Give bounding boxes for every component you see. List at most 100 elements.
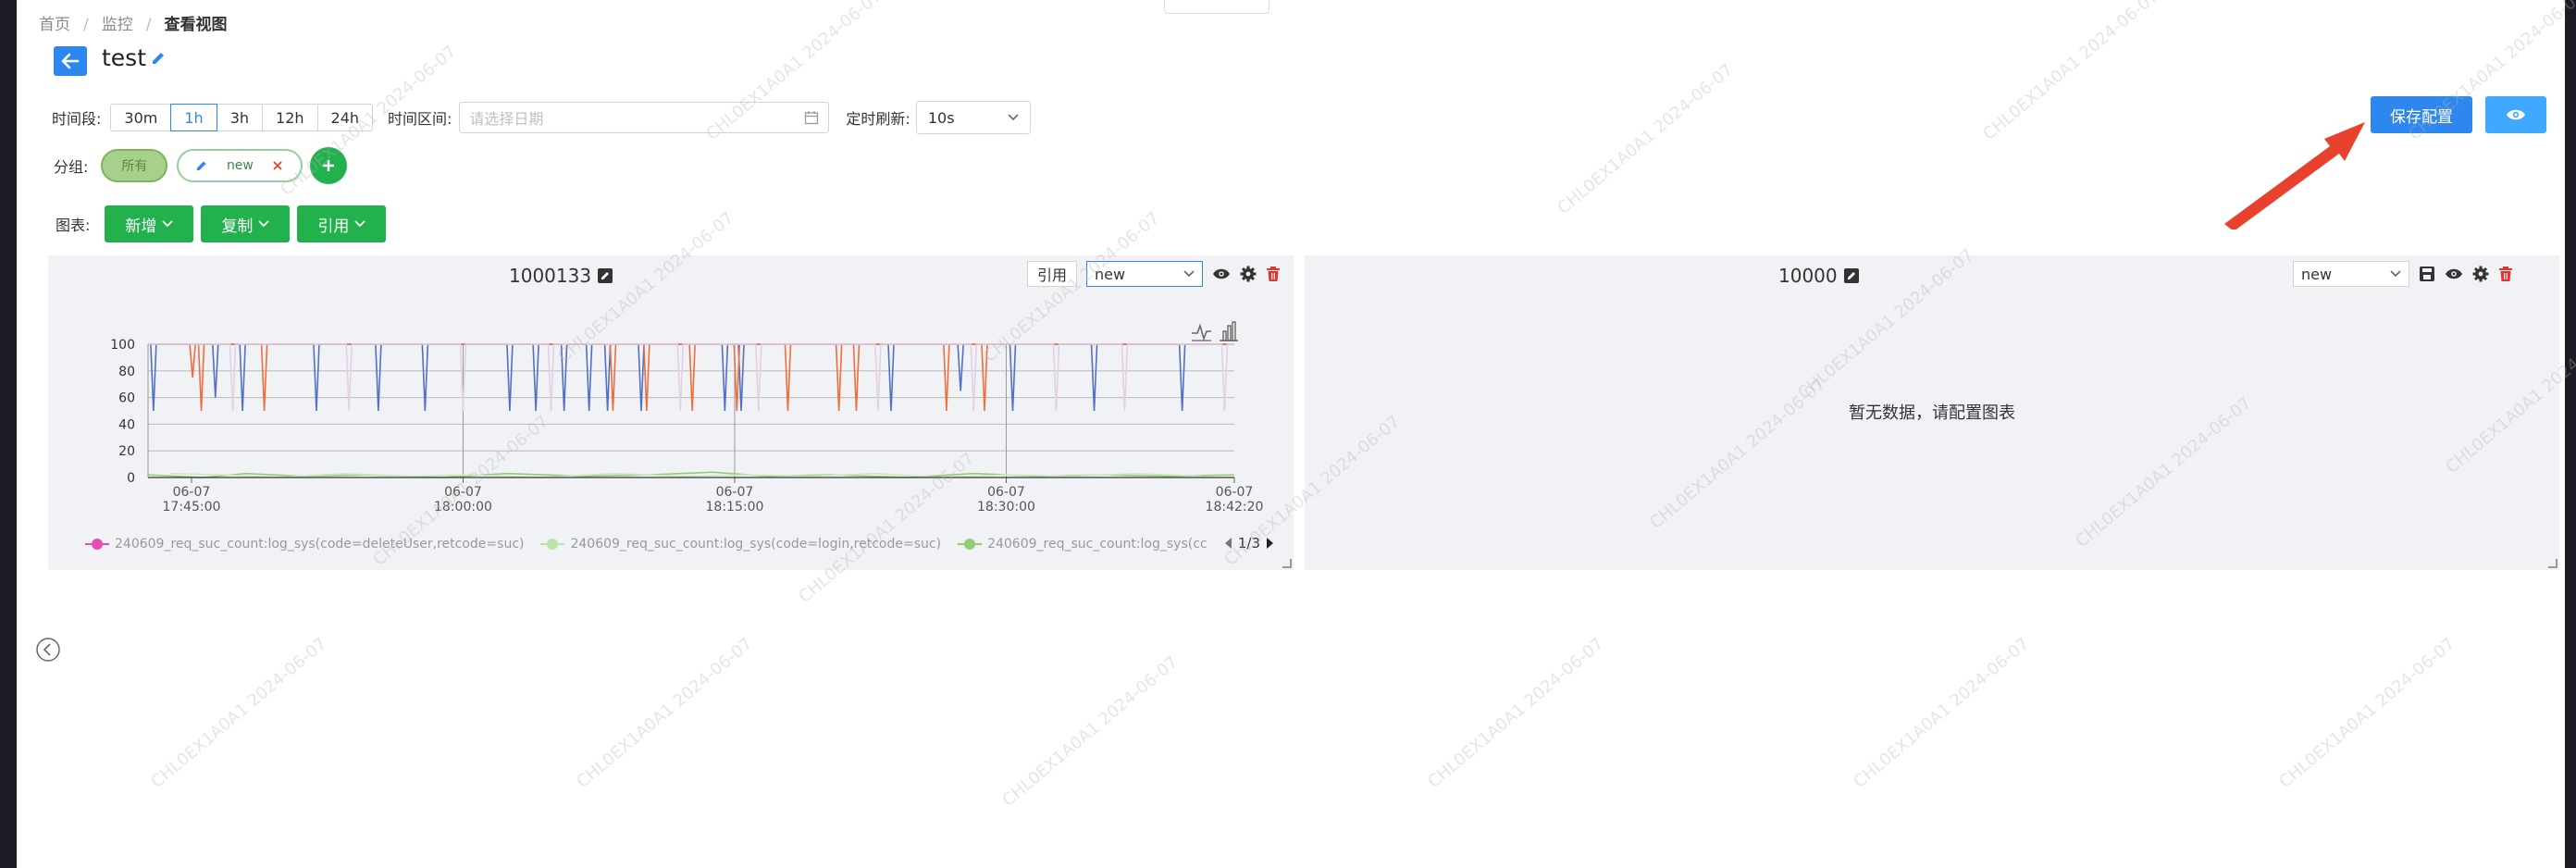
chart-grid: [148, 343, 1234, 478]
line-chart: 02040608010006-0717:45:0006-0718:00:0006…: [110, 321, 1264, 515]
y-tick-label: 0: [127, 471, 135, 486]
x-tick-label: 18:00:00: [434, 500, 492, 515]
chart-panel-1: 1000133 引用 new 0 20 40 60 80 100 06-07 1…: [48, 255, 1294, 570]
preview-button[interactable]: [2485, 96, 2546, 133]
legend-item[interactable]: 240609_req_suc_count:log_sys(cc: [958, 537, 1208, 552]
annotation-arrow: [2224, 122, 2365, 229]
legend-dot: [964, 539, 976, 550]
page-title: test: [102, 44, 147, 71]
bar-chart-switch-icon: [1220, 321, 1238, 341]
chart-label: 图表:: [56, 217, 91, 234]
time-range-label: 时间段:: [52, 110, 102, 128]
legend-pager: 1/3: [1223, 535, 1275, 552]
range-3h-button[interactable]: 3h: [216, 104, 264, 131]
panel-title-text: 10000: [1778, 265, 1838, 287]
add-group-button[interactable]: [310, 147, 348, 184]
chevron-down-icon: [1008, 114, 1019, 121]
resize-handle[interactable]: [2548, 559, 2557, 568]
time-toolbar: 时间段: 30m 1h 3h 12h 24h 时间区间: 请选择日期 定时刷新:…: [52, 101, 1031, 134]
edit-icon[interactable]: [597, 267, 613, 284]
watermark-text: CHL0EX1A0A1 2024-06-07: [147, 634, 331, 792]
chart-actions-row: 图表: 新增 复制 引用: [56, 205, 387, 242]
watermark-text: CHL0EX1A0A1 2024-06-07: [2275, 634, 2459, 792]
x-tick-label: 18:15:00: [706, 500, 764, 515]
group-all-pill[interactable]: 所有: [101, 149, 168, 182]
range-30m-button[interactable]: 30m: [110, 104, 172, 131]
panel-group-select[interactable]: new: [1086, 261, 1204, 287]
y-tick-label: 20: [118, 444, 135, 459]
watermark-text: CHL0EX1A0A1 2024-06-07: [1424, 634, 1608, 792]
pager-text: 1/3: [1237, 535, 1260, 552]
edit-title-icon[interactable]: [150, 50, 167, 70]
legend-dot: [547, 539, 559, 550]
ref-chart-button[interactable]: 引用: [297, 205, 387, 242]
add-chart-button[interactable]: 新增: [105, 205, 194, 242]
chevron-down-icon: [162, 220, 174, 228]
chart-legend: 240609_req_suc_count:log_sys(code=delete…: [85, 537, 1224, 552]
time-range-group: 30m 1h 3h 12h 24h: [110, 104, 374, 131]
x-tick-label: 18:42:20: [1206, 500, 1264, 515]
empty-message: 暂无数据，请配置图表: [1849, 403, 2015, 423]
breadcrumb-separator: /: [145, 16, 152, 34]
x-tick-label: 06-07: [1216, 485, 1254, 500]
range-24h-button[interactable]: 24h: [316, 104, 374, 131]
chart-toolbox[interactable]: [1192, 321, 1238, 341]
panel-title: 1000133: [509, 265, 613, 287]
save-config-button[interactable]: 保存配置: [2371, 96, 2472, 133]
next-page-icon[interactable]: [1266, 537, 1275, 550]
breadcrumb-home[interactable]: 首页: [39, 11, 70, 34]
x-tick-label: 06-07: [173, 485, 211, 500]
x-tick-label: 18:30:00: [977, 500, 1035, 515]
watermark-text: CHL0EX1A0A1 2024-06-07: [1850, 634, 2034, 792]
legend-item[interactable]: 240609_req_suc_count:log_sys(code=login,…: [540, 537, 941, 552]
chevron-down-icon: [354, 220, 366, 228]
chart-series: [147, 343, 1235, 478]
legend-item[interactable]: 240609_req_suc_count:log_sys(code=delete…: [85, 537, 524, 552]
panel-ref-button[interactable]: 引用: [1027, 261, 1078, 287]
group-new-pill[interactable]: new: [177, 149, 303, 182]
add-chart-label: 新增: [125, 217, 157, 236]
group-new-label: new: [226, 158, 254, 173]
panel-select-value: new: [1095, 265, 1126, 283]
calendar-icon: [805, 111, 819, 125]
series-line: [148, 343, 1234, 412]
date-placeholder: 请选择日期: [469, 110, 544, 128]
panel-select-value: new: [2301, 265, 2333, 283]
resize-handle[interactable]: [1282, 559, 1292, 568]
panel-group-select[interactable]: new: [2293, 261, 2409, 287]
gear-icon[interactable]: [2472, 266, 2489, 282]
panel-title-text: 1000133: [509, 265, 592, 287]
copy-chart-button[interactable]: 复制: [201, 205, 291, 242]
range-1h-button[interactable]: 1h: [170, 104, 217, 131]
eye-icon[interactable]: [2445, 267, 2463, 280]
date-picker-input[interactable]: 请选择日期: [459, 102, 830, 133]
arrow-left-icon: [61, 53, 80, 69]
chevron-down-icon: [1183, 270, 1195, 278]
save-panel-icon[interactable]: [2419, 266, 2435, 282]
legend-label: 240609_req_suc_count:log_sys(cc: [987, 537, 1208, 552]
ref-chart-label: 引用: [317, 217, 350, 236]
prev-page-icon[interactable]: [1223, 537, 1232, 550]
close-icon[interactable]: [271, 159, 284, 172]
delete-icon[interactable]: [1266, 266, 1281, 282]
y-tick-label: 80: [118, 365, 135, 379]
eye-icon[interactable]: [1212, 267, 1231, 280]
window-right-border: [2565, 0, 2576, 868]
watermark-text: CHL0EX1A0A1 2024-06-07: [1979, 0, 2163, 144]
gear-icon[interactable]: [1240, 266, 1257, 282]
legend-dot: [92, 539, 103, 550]
watermark-text: CHL0EX1A0A1 2024-06-07: [998, 652, 1183, 811]
back-button[interactable]: [54, 46, 87, 76]
delete-icon[interactable]: [2498, 266, 2513, 282]
breadcrumb-current: 查看视图: [164, 16, 228, 34]
edit-icon[interactable]: [1843, 267, 1860, 284]
x-tick-label: 06-07: [987, 485, 1025, 500]
legend-label: 240609_req_suc_count:log_sys(code=login,…: [570, 537, 942, 552]
breadcrumb-monitor[interactable]: 监控: [102, 11, 133, 34]
watermark-text: CHL0EX1A0A1 2024-06-07: [1554, 60, 1738, 218]
refresh-value: 10s: [927, 108, 955, 127]
refresh-select[interactable]: 10s: [915, 101, 1031, 134]
collapse-sidebar-icon[interactable]: [35, 637, 61, 666]
page-root: 首页 / 监控 / 查看视图 test 时间段: 30m 1h 3h 12h 24h 时…: [17, 0, 2576, 868]
range-12h-button[interactable]: 12h: [262, 104, 318, 131]
